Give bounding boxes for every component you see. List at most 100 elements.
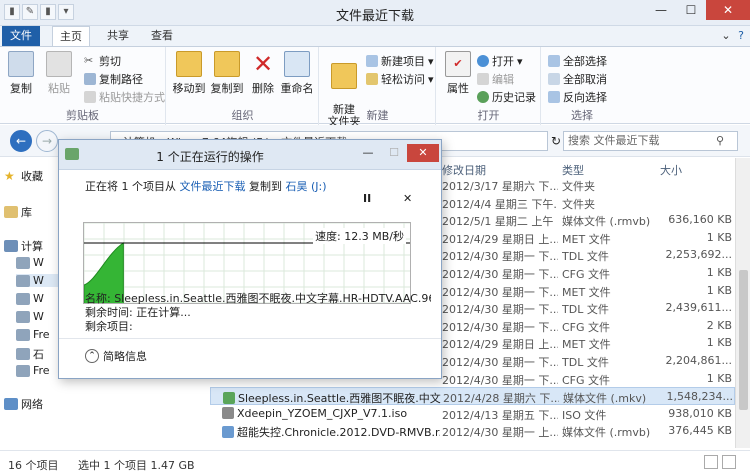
help-icon[interactable]: ? <box>734 26 748 46</box>
back-button[interactable]: ← <box>10 130 32 152</box>
tab-view[interactable]: 查看 <box>144 26 180 46</box>
expand-ribbon-icon[interactable]: ⌄ <box>720 26 732 46</box>
select-none-label: 全部取消 <box>563 73 607 86</box>
refresh-icon[interactable]: ↻ <box>549 131 563 153</box>
new-item-button[interactable]: 新建项目 ▾ <box>366 53 434 69</box>
type-cell: CFG 文件 <box>562 373 611 387</box>
open-button[interactable]: 打开 ▾ <box>477 53 523 69</box>
date-cell: 2012/4/30 星期一 上... <box>442 426 558 440</box>
date-cell: 2012/4/30 星期一 下... <box>442 268 558 281</box>
sidebar-item-label: 收藏 <box>21 170 43 183</box>
select-all-button[interactable]: 全部选择 <box>548 53 607 69</box>
dialog-close-button[interactable]: ✕ <box>407 144 439 162</box>
history-button[interactable]: 历史记录 <box>477 89 536 105</box>
copy-path-button[interactable]: 复制路径 <box>84 71 143 87</box>
library-icon <box>4 206 18 218</box>
sidebar-item-drive[interactable]: Fre <box>16 364 50 377</box>
properties-button[interactable]: ✔ 属性 <box>443 51 473 96</box>
date-cell: 2012/4/13 星期五 下... <box>442 408 558 422</box>
minimize-button[interactable]: — <box>646 0 676 20</box>
chevron-up-icon: ⌃ <box>85 349 99 363</box>
tab-file[interactable]: 文件 <box>2 26 40 46</box>
cut-button[interactable]: ✂ 剪切 <box>84 53 121 69</box>
tab-share[interactable]: 共享 <box>100 26 136 46</box>
move-to-button[interactable]: 移动到 <box>171 51 207 96</box>
clipboard-group-label: 剪贴板 <box>66 109 99 122</box>
size-cell: 1 KB <box>706 230 732 244</box>
tab-home[interactable]: 主页 <box>52 26 90 46</box>
sidebar-item-libraries[interactable]: 库 <box>4 204 32 220</box>
paste-shortcut-button[interactable]: 粘贴快捷方式 <box>84 89 165 105</box>
invert-selection-button[interactable]: 反向选择 <box>548 89 607 105</box>
dialog-minimize-button[interactable]: — <box>355 144 381 162</box>
type-cell: MET 文件 <box>562 232 611 246</box>
select-group: 全部选择 全部取消 反向选择 选择 <box>542 47 622 125</box>
drive-icon <box>16 292 30 305</box>
date-cell: 2012/4/29 星期日 上... <box>442 232 558 246</box>
file-name-cell: Xdeepin_YZOEM_CJXP_V7.1.iso <box>222 406 440 420</box>
sidebar-item-drive[interactable]: W <box>16 274 60 287</box>
vertical-scrollbar[interactable] <box>735 158 750 448</box>
dialog-maximize-button[interactable]: ☐ <box>381 144 407 162</box>
less-info-button[interactable]: ⌃ 简略信息 <box>85 348 147 364</box>
delete-icon: ✕ <box>252 50 274 78</box>
size-cell: 1 KB <box>706 283 732 297</box>
source-folder-link[interactable]: 文件最近下载 <box>180 180 246 193</box>
sidebar-item-drive[interactable]: W <box>16 256 44 269</box>
window-title: 文件最近下载 <box>335 9 414 24</box>
sidebar-item-favorites[interactable]: ★ 收藏 <box>4 168 43 184</box>
date-cell: 2012/4/4 星期三 下午... <box>442 197 558 211</box>
properties-icon: ✔ <box>445 51 471 77</box>
type-cell: 媒体文件 (.rmvb) <box>562 215 651 229</box>
size-cell: 1 KB <box>706 266 732 279</box>
paste-button[interactable]: 粘贴 <box>44 51 74 96</box>
type-cell: MET 文件 <box>562 338 611 352</box>
cut-label: 剪切 <box>99 55 121 68</box>
date-cell: 2012/4/30 星期一 下... <box>442 250 558 264</box>
maximize-button[interactable]: ☐ <box>676 0 706 20</box>
edit-button[interactable]: 编辑 <box>477 71 514 87</box>
rename-label: 重命名 <box>280 82 314 95</box>
select-none-button[interactable]: 全部取消 <box>548 71 607 87</box>
sidebar-item-drive[interactable]: W <box>16 310 44 323</box>
pause-button[interactable]: II <box>363 192 371 205</box>
sidebar-item-drive[interactable]: 石 <box>16 346 44 362</box>
copy-label: 复制 <box>10 82 32 95</box>
type-cell: ISO 文件 <box>562 408 607 422</box>
sidebar-item-drive[interactable]: W <box>16 292 44 305</box>
table-row[interactable]: Xdeepin_YZOEM_CJXP_V7.1.iso 2012/4/13 星期五… <box>210 405 735 423</box>
table-row[interactable]: Sleepless.in.Seattle.西雅图不眠夜.中文... 2012/4/… <box>210 387 735 406</box>
delete-button[interactable]: ✕ 删除 <box>249 51 277 96</box>
close-button[interactable]: ✕ <box>706 0 750 20</box>
size-cell: 376,445 KB <box>668 424 732 438</box>
cancel-button[interactable]: ✕ <box>403 192 412 205</box>
select-all-icon <box>548 55 560 67</box>
large-icons-view-icon[interactable] <box>722 455 736 469</box>
network-icon <box>4 398 18 410</box>
new-group-label: 新建 <box>366 109 389 122</box>
file-name-cell: 超能失控.Chronicle.2012.DVD-RMVB.r... <box>222 424 440 440</box>
file-name: 超能失控.Chronicle.2012.DVD-RMVB.r... <box>237 426 440 440</box>
details-view-icon[interactable] <box>704 455 718 469</box>
sidebar-item-network[interactable]: 网络 <box>4 396 43 412</box>
dialog-divider <box>59 338 441 339</box>
drive-icon <box>16 364 30 377</box>
forward-button[interactable]: → <box>36 130 58 152</box>
history-label: 历史记录 <box>492 91 536 104</box>
title-bar: ▮ ✎ ▮ ▾ 文件最近下载 — ☐ ✕ <box>0 0 750 26</box>
type-cell: CFG 文件 <box>562 320 611 334</box>
scrollbar-thumb[interactable] <box>739 270 748 410</box>
date-cell: 2012/4/30 星期一 下... <box>442 303 558 317</box>
destination-link[interactable]: 石昊 (J:) <box>286 180 327 193</box>
sidebar-item-drive[interactable]: Fre <box>16 328 50 341</box>
search-input[interactable]: 搜索 文件最近下载 <box>563 131 738 151</box>
open-icon <box>477 55 489 67</box>
sidebar-item-computer[interactable]: 计算 <box>4 238 43 254</box>
easy-access-button[interactable]: 轻松访问 ▾ <box>366 71 434 87</box>
drive-icon <box>16 310 30 323</box>
rename-button[interactable]: 重命名 <box>279 51 315 96</box>
drive-icon <box>16 328 30 341</box>
copy-button[interactable]: 复制 <box>6 51 36 96</box>
table-row[interactable]: 超能失控.Chronicle.2012.DVD-RMVB.r... 2012/4/… <box>210 422 735 440</box>
copy-to-button[interactable]: 复制到 <box>209 51 245 96</box>
